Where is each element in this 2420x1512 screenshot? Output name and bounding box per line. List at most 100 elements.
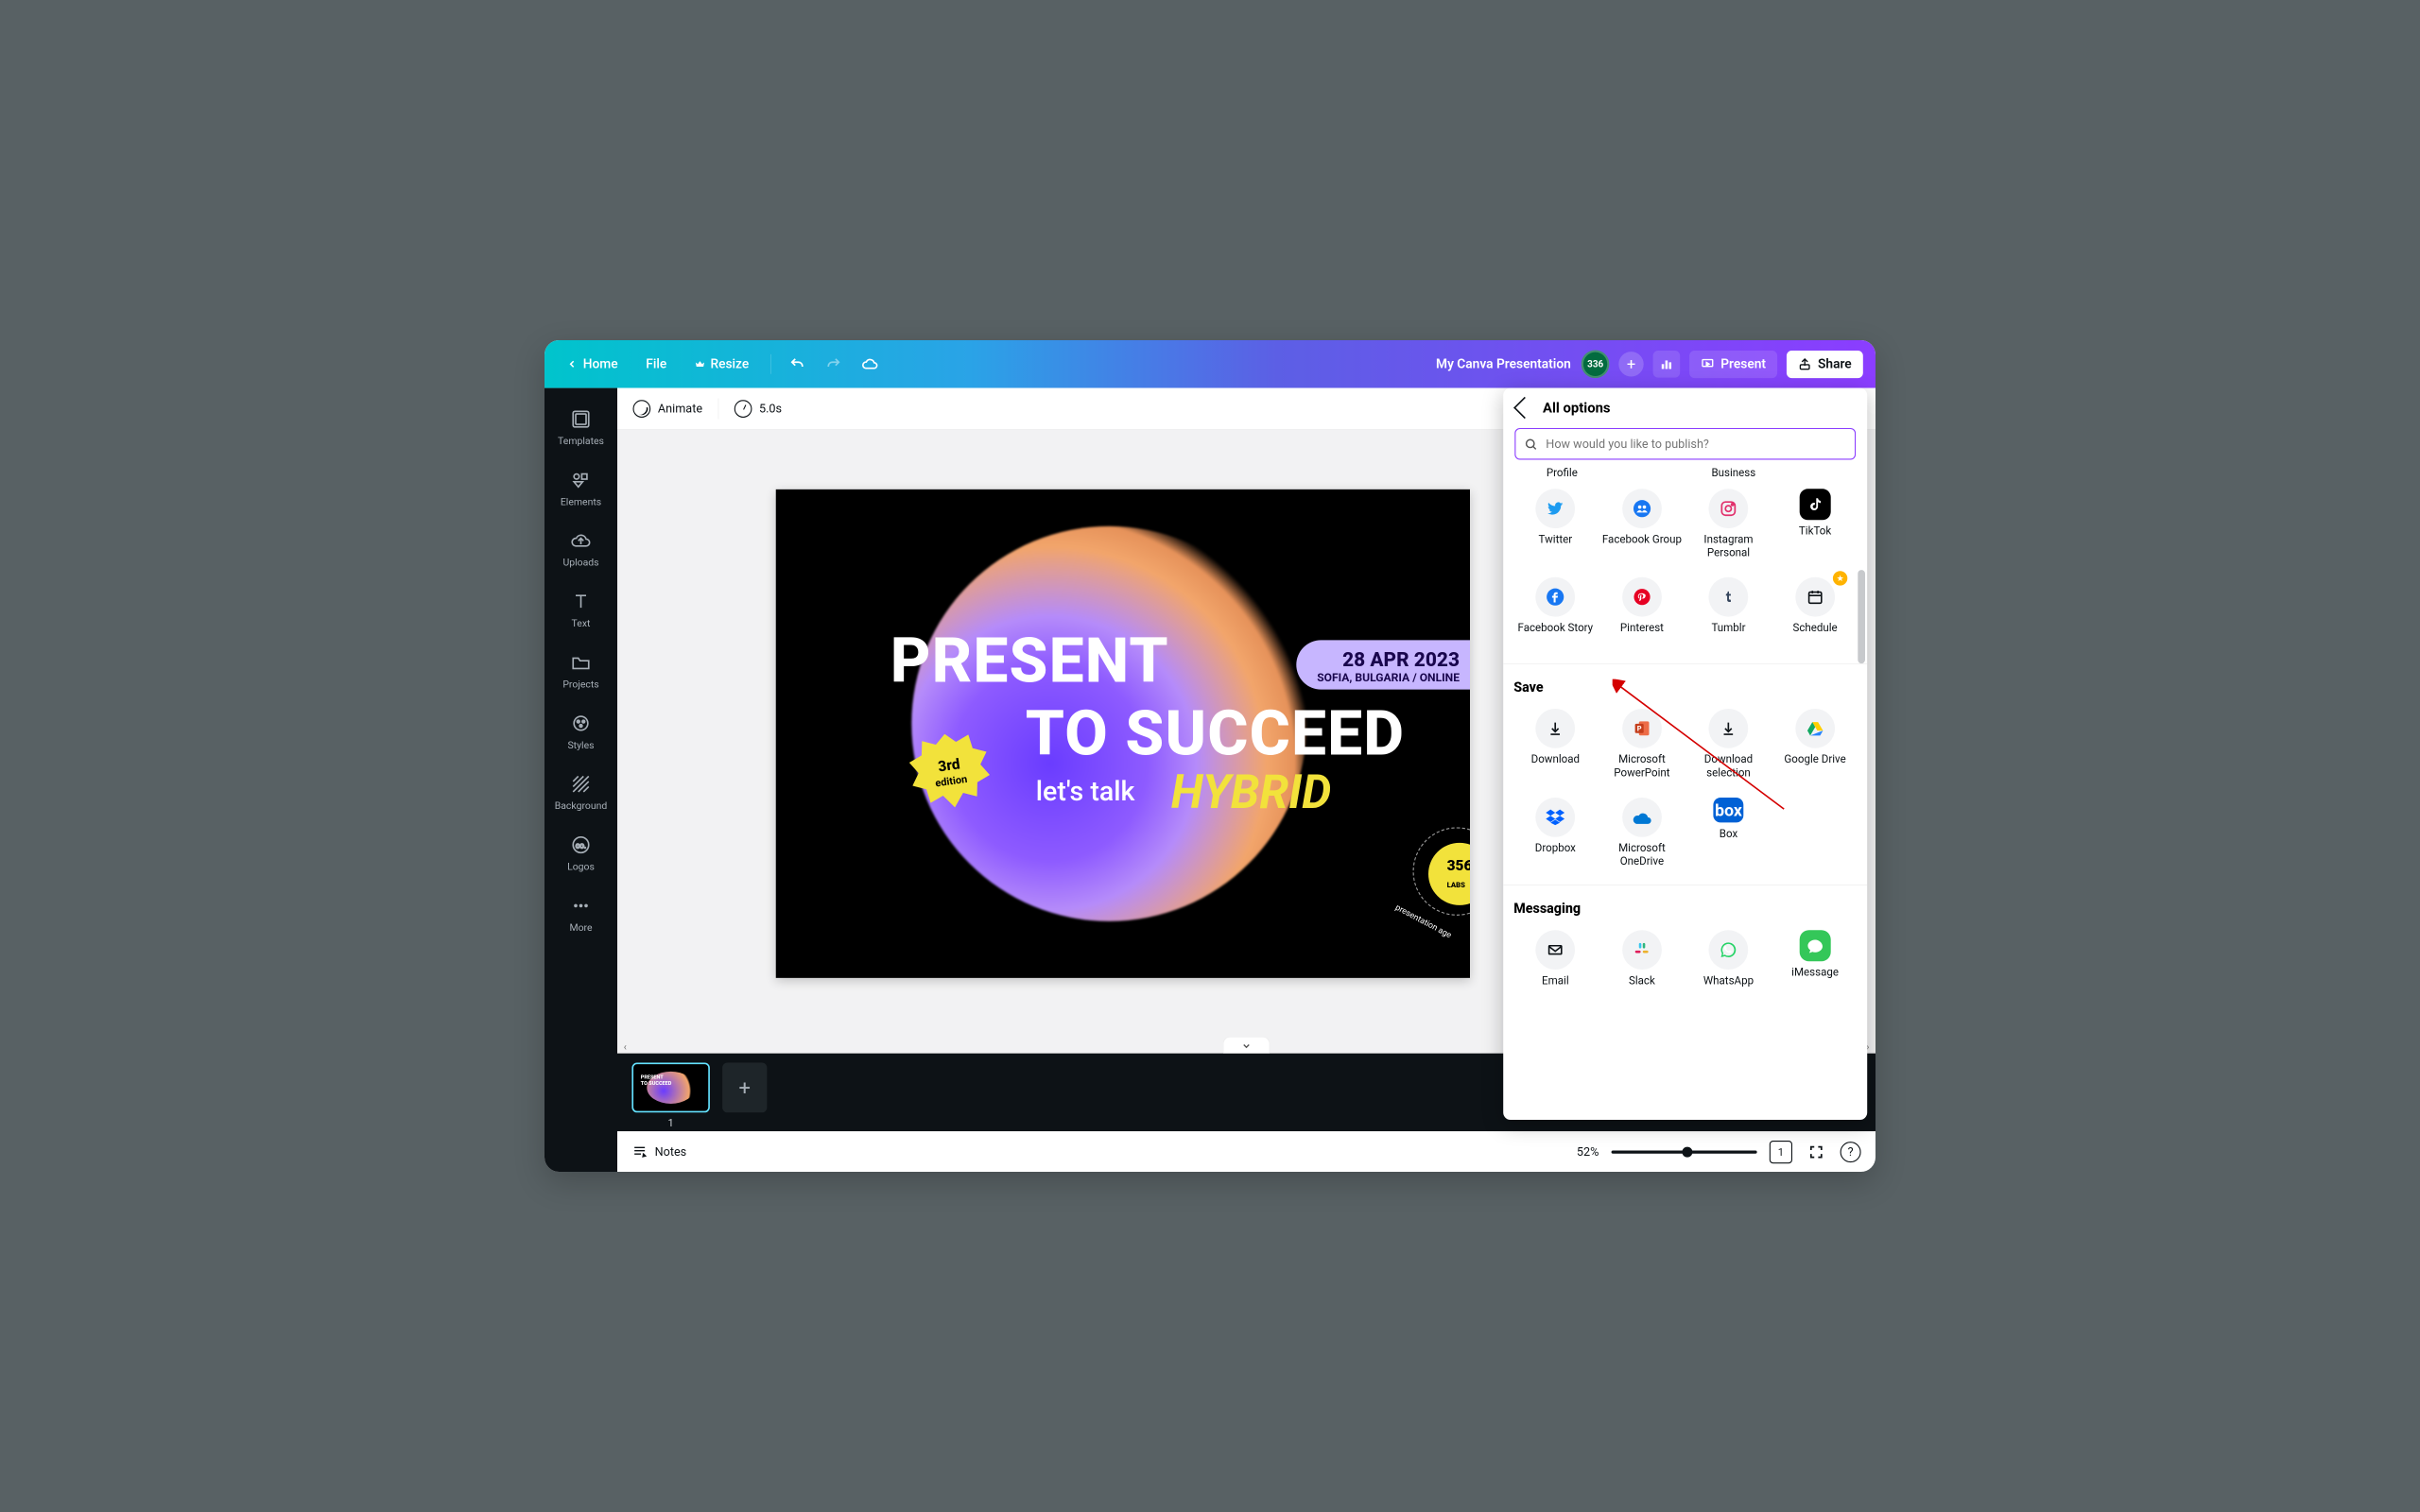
sidebar-item-styles[interactable]: Styles (544, 701, 617, 762)
email-icon (1535, 930, 1575, 970)
header-label-business: Business (1711, 467, 1755, 479)
present-button[interactable]: Present (1689, 351, 1777, 378)
powerpoint-icon: P (1622, 709, 1662, 748)
share-option-tiktok[interactable]: TikTok (1773, 485, 1857, 564)
dropbox-icon (1535, 798, 1575, 837)
home-button[interactable]: Home (557, 352, 627, 377)
add-page-button[interactable]: + (722, 1063, 767, 1113)
download-selection-icon (1709, 709, 1749, 748)
sidebar-item-elements[interactable]: Elements (544, 458, 617, 519)
file-menu[interactable]: File (636, 352, 676, 377)
uploads-icon (571, 530, 592, 551)
sidebar-item-uploads[interactable]: Uploads (544, 519, 617, 579)
messaging-option-slack[interactable]: Slack (1600, 926, 1684, 1004)
share-option-twitter[interactable]: Twitter (1513, 485, 1597, 564)
whatsapp-icon (1709, 930, 1749, 970)
logos-icon: co. (571, 834, 592, 855)
resize-menu[interactable]: Resize (685, 352, 758, 377)
schedule-icon (1795, 577, 1835, 617)
redo-button[interactable] (821, 351, 848, 378)
home-label: Home (583, 356, 618, 371)
publish-search-input[interactable] (1545, 437, 1846, 452)
notes-icon (631, 1144, 648, 1160)
styles-icon (571, 713, 592, 733)
messaging-option-email[interactable]: Email (1513, 926, 1597, 1004)
notes-button[interactable]: Notes (631, 1144, 686, 1160)
save-option-box[interactable]: boxBox (1686, 793, 1770, 872)
slide-hybrid-text: HYBRID (1171, 765, 1332, 819)
share-button[interactable]: Share (1787, 351, 1863, 378)
share-panel-title: All options (1543, 400, 1611, 417)
insights-button[interactable] (1653, 351, 1681, 378)
save-option-download-selection[interactable]: Download selection (1686, 705, 1770, 784)
save-option-dropbox[interactable]: Dropbox (1513, 793, 1597, 872)
undo-button[interactable] (784, 351, 811, 378)
share-option-instagram-personal[interactable]: Instagram Personal (1686, 485, 1770, 564)
sidebar: Templates Elements Uploads Text Projects… (544, 388, 617, 1172)
publish-search[interactable] (1514, 428, 1856, 460)
slack-icon (1622, 930, 1662, 970)
fullscreen-button[interactable] (1805, 1141, 1827, 1163)
messaging-option-imessage[interactable]: iMessage (1773, 926, 1857, 1004)
sidebar-item-more[interactable]: More (544, 884, 617, 944)
twitter-icon (1535, 489, 1575, 528)
sidebar-item-projects[interactable]: Projects (544, 641, 617, 701)
animate-button[interactable]: Animate (633, 400, 703, 418)
page-thumbnail-1[interactable]: PRESENTTO SUCCEED 1 (631, 1063, 710, 1129)
search-icon (1524, 438, 1537, 451)
instagram-icon (1709, 489, 1749, 528)
page-count-button[interactable]: 1 (1770, 1141, 1792, 1163)
share-option-facebook-story[interactable]: Facebook Story (1513, 574, 1597, 652)
cloud-status-icon[interactable] (856, 351, 884, 378)
document-title-input[interactable] (1354, 356, 1572, 372)
facebook-group-icon (1622, 489, 1662, 528)
svg-text:co.: co. (576, 842, 586, 851)
crown-icon (695, 359, 705, 369)
messaging-option-whatsapp[interactable]: WhatsApp (1686, 926, 1770, 1004)
slide-subtitle: let's talk (1036, 775, 1135, 807)
share-option-schedule[interactable]: ★Schedule (1773, 574, 1857, 652)
animate-icon (633, 400, 651, 418)
sidebar-item-logos[interactable]: co.Logos (544, 823, 617, 884)
zoom-slider[interactable] (1612, 1150, 1757, 1153)
save-option-google-drive[interactable]: Google Drive (1773, 705, 1857, 784)
save-section-title: Save (1513, 679, 1857, 696)
slide-heading-2: TO SUCCEED (1026, 697, 1405, 770)
elements-icon (571, 470, 592, 490)
pinterest-icon (1622, 577, 1662, 617)
onedrive-icon (1622, 798, 1662, 837)
duration-button[interactable]: 5.0s (735, 400, 782, 418)
share-panel: All options Profile . Business . Twitter… (1503, 388, 1867, 1120)
add-collaborator-button[interactable]: + (1618, 352, 1643, 376)
tumblr-icon (1709, 577, 1749, 617)
help-button[interactable]: ? (1841, 1142, 1861, 1162)
slide-heading-1: PRESENT (890, 625, 1169, 697)
facebook-story-icon (1535, 577, 1575, 617)
imessage-icon (1800, 930, 1831, 961)
slide[interactable]: PRESENT TO SUCCEED let's talk HYBRID 28 … (776, 490, 1470, 978)
zoom-value: 52% (1577, 1144, 1599, 1159)
messaging-section-title: Messaging (1513, 902, 1857, 918)
sidebar-item-background[interactable]: Background (544, 763, 617, 823)
sidebar-item-templates[interactable]: Templates (544, 398, 617, 458)
save-option-onedrive[interactable]: Microsoft OneDrive (1600, 793, 1684, 872)
header-label-profile: Profile (1547, 467, 1578, 479)
footer: Notes 52% 1 ? (617, 1131, 1876, 1172)
text-icon (571, 592, 592, 612)
background-icon (571, 774, 592, 795)
save-option-powerpoint[interactable]: PMicrosoft PowerPoint (1600, 705, 1684, 784)
premium-badge-icon: ★ (1833, 571, 1847, 585)
share-option-tumblr[interactable]: Tumblr (1686, 574, 1770, 652)
avatar[interactable]: 336 (1582, 350, 1610, 378)
sidebar-item-text[interactable]: Text (544, 580, 617, 641)
box-icon: box (1714, 798, 1744, 822)
share-option-pinterest[interactable]: Pinterest (1600, 574, 1684, 652)
fullscreen-icon (1808, 1144, 1824, 1160)
back-button[interactable] (1513, 397, 1535, 419)
share-option-facebook-group[interactable]: Facebook Group (1600, 485, 1684, 564)
more-icon (571, 895, 592, 916)
panel-vertical-scrollbar[interactable] (1858, 476, 1865, 1110)
share-icon (1798, 357, 1811, 370)
save-option-download[interactable]: Download (1513, 705, 1597, 784)
download-icon (1535, 709, 1575, 748)
